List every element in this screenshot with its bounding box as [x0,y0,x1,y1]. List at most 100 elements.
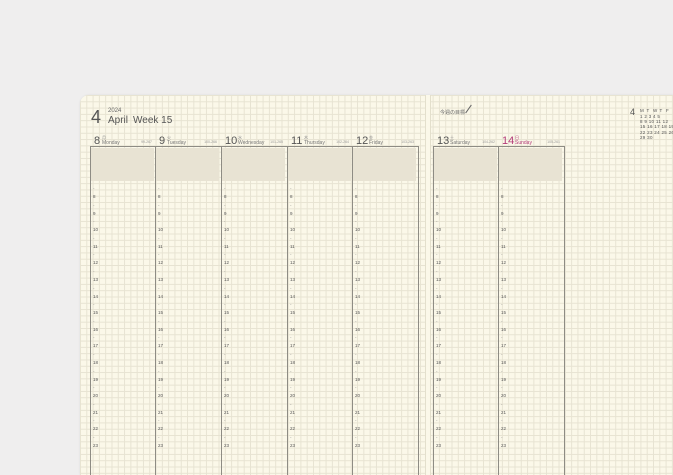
mini-weekday: W [653,108,658,113]
hour-label: 16 [436,326,442,332]
half-hour-tick: - [158,318,160,324]
half-hour-tick: - [290,269,292,274]
half-hour-tick: - [355,368,357,374]
month-number: 4 [91,107,102,127]
half-hour-tick: - [355,269,357,274]
hour-label: 19 [93,376,99,382]
half-hour-tick: - [501,285,503,291]
weekly-goal-label: 今週の目標 [440,110,466,116]
month-name: April [108,115,129,126]
half-hour-tick: - [501,302,503,308]
mini-weekday: M [640,108,644,113]
weekly-planner-spread: 4 2024 April Week 15 今週の目標 4 MTWTF1 2 3 … [80,95,673,475]
half-hour-tick: - [224,352,226,357]
hour-label: 8 [93,194,96,199]
day-count: 105-261 [547,140,560,144]
day-count: 102-264 [336,140,349,144]
hour-label: 19 [501,376,507,382]
hour-label: 14 [224,293,230,299]
half-hour-tick: - [158,418,160,424]
hour-label: 19 [290,376,296,382]
half-hour-tick: - [224,385,226,391]
column-divider [418,146,419,475]
hour-label: 14 [501,293,507,299]
day-header: 8 月 Monday 99-267 [92,135,154,147]
hour-label: 12 [436,260,442,266]
half-hour-tick: - [436,352,438,357]
day-count: 103-263 [401,140,414,144]
half-hour-tick: - [436,269,438,274]
hour-label: 10 [355,227,361,233]
half-hour-tick: - [158,186,160,191]
half-hour-tick: - [355,335,357,341]
half-hour-tick: - [436,186,438,191]
hour-label: 16 [93,326,99,332]
hour-label: 16 [355,326,361,332]
hour-label: 19 [355,376,361,382]
hour-label: 21 [224,409,230,415]
half-hour-tick: - [355,202,357,208]
half-hour-tick: - [93,418,95,424]
hour-label: 22 [436,426,442,432]
day-header: 10 水 Wednesday 101-265 [223,135,285,147]
half-hour-tick: - [355,285,357,291]
half-hour-tick: - [224,285,226,291]
half-hour-tick: - [93,435,95,440]
mini-weekday: T [659,108,663,113]
half-hour-tick: - [224,418,226,424]
half-hour-tick: - [501,219,503,225]
half-hour-tick: - [501,385,503,391]
hour-label: 17 [290,343,296,349]
hour-label: 20 [355,393,361,399]
half-hour-tick: - [436,335,438,341]
hour-label: 23 [355,443,361,448]
half-hour-tick: - [355,186,357,191]
half-hour-tick: - [158,219,160,225]
half-hour-tick: - [224,219,226,225]
day-count: 99-267 [141,140,152,144]
hour-label: 15 [501,310,507,316]
half-hour-tick: - [290,219,292,225]
column-divider [352,146,353,475]
day-header: 12 金 Friday 103-263 [354,135,416,147]
hour-label: 20 [290,393,296,399]
half-hour-tick: - [224,202,226,208]
hour-label: 21 [158,409,164,415]
hour-label: 14 [158,293,164,299]
half-hour-tick: - [436,302,438,308]
half-hour-tick: - [93,186,95,191]
half-hour-tick: - [93,368,95,374]
column-divider [433,146,434,475]
hour-label: 12 [93,260,99,266]
year-label: 2024 [108,108,122,114]
half-hour-tick: - [501,335,503,341]
half-hour-tick: - [93,219,95,225]
hour-label: 21 [501,409,507,415]
day-header: 14 日 Sunday 105-261 [500,135,562,147]
half-hour-tick: - [158,335,160,341]
day-count: 100-266 [204,140,217,144]
half-hour-tick: - [355,401,357,407]
mini-week-row: 29 30 [640,134,653,140]
hour-label: 18 [290,360,296,365]
hour-label: 22 [355,426,361,432]
hour-label: 13 [355,277,361,282]
hour-label: 15 [93,310,99,316]
hour-label: 8 [501,194,504,199]
hour-label: 18 [93,360,99,365]
hour-label: 22 [158,426,164,432]
hour-label: 10 [224,227,230,233]
hour-label: 16 [501,326,507,332]
hour-label: 23 [224,443,230,448]
half-hour-tick: - [355,302,357,308]
hour-label: 9 [501,210,504,216]
hour-label: 21 [290,409,296,415]
hour-label: 13 [290,277,296,282]
hour-label: 8 [158,194,161,199]
half-hour-tick: - [501,368,503,374]
hour-label: 10 [93,227,99,233]
half-hour-tick: - [224,269,226,274]
day-header: 11 木 Thursday 102-264 [289,135,351,147]
half-hour-tick: - [158,401,160,407]
hour-label: 12 [224,260,230,266]
